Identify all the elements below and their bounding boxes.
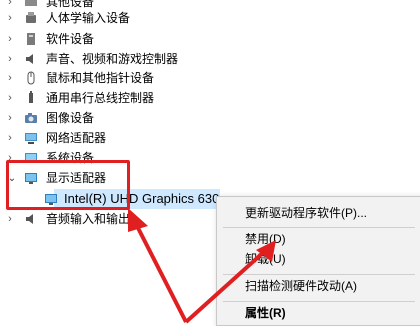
- mouse-icon: [27, 71, 35, 85]
- menu-item-label: 扫描检测硬件改动(A): [245, 279, 357, 293]
- tree-item-label: 声音、视频和游戏控制器: [46, 52, 179, 66]
- tree-item-label: 图像设备: [46, 111, 95, 125]
- chevron-right-icon[interactable]: ›: [4, 108, 16, 128]
- hid-icon: [26, 12, 36, 23]
- menu-item-label: 卸载(U): [245, 252, 286, 266]
- usb-icon: [29, 91, 33, 103]
- tree-item-usb[interactable]: › 通用串行总线控制器: [0, 88, 200, 108]
- speaker-icon: [26, 54, 33, 64]
- chevron-right-icon[interactable]: ›: [4, 88, 16, 108]
- tree-item-label: 鼠标和其他指针设备: [46, 71, 155, 85]
- menu-item-properties[interactable]: 属性(R): [217, 301, 420, 325]
- tree-item-sound-video-game[interactable]: › 声音、视频和游戏控制器: [0, 49, 200, 69]
- tree-item-network-adapters[interactable]: › 网络适配器: [0, 128, 200, 148]
- annotation-box-display-adapters: [6, 160, 130, 210]
- tree-item-label: 人体学输入设备: [46, 11, 131, 25]
- chevron-right-icon[interactable]: ›: [4, 128, 16, 148]
- software-device-icon: [27, 33, 35, 45]
- chevron-right-icon[interactable]: ›: [4, 8, 16, 28]
- chevron-right-icon[interactable]: ›: [4, 68, 16, 88]
- camera-icon: [25, 113, 37, 123]
- tree-item-audio-io[interactable]: › 音频输入和输出: [0, 209, 200, 229]
- tree-item-hid[interactable]: › 人体学输入设备: [0, 8, 200, 28]
- chevron-right-icon[interactable]: ›: [4, 29, 16, 49]
- menu-item-label: 属性(R): [245, 306, 286, 320]
- chevron-right-icon[interactable]: ›: [4, 209, 16, 229]
- menu-item-update-driver[interactable]: 更新驱动程序软件(P)...: [217, 201, 420, 225]
- tree-item-label: 音频输入和输出: [46, 212, 131, 226]
- tree-item-label: 通用串行总线控制器: [46, 91, 155, 105]
- audio-io-icon: [26, 214, 33, 224]
- tree-item-imaging[interactable]: › 图像设备: [0, 108, 200, 128]
- menu-item-label: 更新驱动程序软件(P)...: [245, 206, 367, 220]
- network-adapter-icon: [25, 133, 37, 144]
- tree-item-label: 软件设备: [46, 32, 95, 46]
- tree-item-label: 网络适配器: [46, 131, 107, 145]
- context-menu: 更新驱动程序软件(P)... 禁用(D) 卸载(U) 扫描检测硬件改动(A) 属…: [216, 196, 420, 326]
- tree-item-mouse[interactable]: › 鼠标和其他指针设备: [0, 68, 200, 88]
- menu-item-scan-hardware[interactable]: 扫描检测硬件改动(A): [217, 274, 420, 298]
- tree-item-software-devices[interactable]: › 软件设备: [0, 29, 200, 49]
- chevron-right-icon[interactable]: ›: [4, 49, 16, 69]
- menu-item-uninstall[interactable]: 卸载(U): [217, 247, 420, 271]
